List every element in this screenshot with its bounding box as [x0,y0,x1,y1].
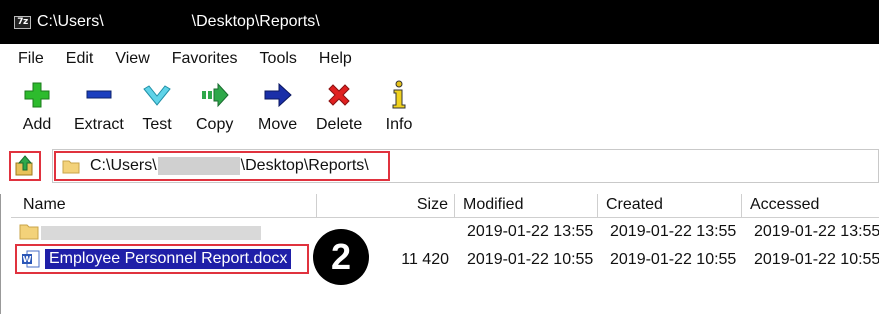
svg-text:W: W [23,255,32,264]
info-label: Info [385,116,413,133]
created-cell: 2019-01-22 13:55 [610,223,737,240]
menu-edit[interactable]: Edit [66,50,94,68]
minus-icon [84,80,114,110]
address-path[interactable]: C:\Users\ \Desktop\Reports\ [54,151,390,181]
address-prefix: C:\Users\ [90,157,157,174]
redacted-username [103,10,192,34]
column-header-name[interactable]: Name [11,194,317,218]
add-button[interactable]: Add [22,80,52,134]
folder-icon [19,224,39,240]
delete-label: Delete [316,116,363,133]
word-document-icon: W [22,250,40,268]
title-suffix: \Desktop\Reports\ [191,13,320,30]
copy-label: Copy [196,116,234,133]
copy-button[interactable]: Copy [196,80,233,134]
7zip-app-icon: 7z [14,15,31,29]
delete-x-icon [324,80,354,110]
selected-file[interactable]: W Employee Personnel Report.docx [15,244,309,274]
test-button[interactable]: Test [142,80,172,134]
redacted-username [157,157,240,175]
up-folder-button[interactable] [9,151,41,181]
redacted-folder-name [41,226,261,240]
title-prefix: C:\Users\ [37,13,104,30]
title-bar: 7z C:\Users\ \Desktop\Reports\ [0,0,879,44]
toolbar: Add Extract Test Copy Move Delete Info [0,74,879,142]
address-row: C:\Users\ \Desktop\Reports\ [0,148,879,184]
column-header-created[interactable]: Created [598,194,742,218]
table-row[interactable]: W Employee Personnel Report.docx 11 420 … [1,244,879,274]
menu-file[interactable]: File [18,50,44,68]
file-name: Employee Personnel Report.docx [45,249,292,269]
column-header-accessed[interactable]: Accessed [742,194,879,218]
copy-arrow-icon [200,80,230,110]
size-cell: 11 420 [401,251,449,268]
extract-button[interactable]: Extract [74,80,124,134]
move-button[interactable]: Move [258,80,297,134]
modified-cell: 2019-01-22 13:55 [467,223,594,240]
column-header-size[interactable]: Size [317,194,455,218]
add-label: Add [22,116,52,133]
modified-cell: 2019-01-22 10:55 [467,251,594,268]
folder-icon [62,160,80,174]
accessed-cell: 2019-01-22 13:55 [754,223,879,240]
checkmark-icon [142,80,172,110]
file-list: Name Size Modified Created Accessed 2019… [0,194,879,314]
address-suffix: \Desktop\Reports\ [240,157,369,174]
extract-label: Extract [74,116,124,133]
menu-tools[interactable]: Tools [260,50,297,68]
created-cell: 2019-01-22 10:55 [610,251,737,268]
up-folder-icon [15,155,33,176]
step-number-badge: 2 [313,229,369,285]
test-label: Test [142,116,172,133]
table-row[interactable]: 2019-01-22 13:55 2019-01-22 13:55 2019-0… [1,220,879,244]
plus-icon [22,80,52,110]
menu-help[interactable]: Help [319,50,352,68]
menu-favorites[interactable]: Favorites [172,50,238,68]
menu-view[interactable]: View [115,50,149,68]
column-header-modified[interactable]: Modified [455,194,598,218]
menu-bar: File Edit View Favorites Tools Help [0,44,879,74]
accessed-cell: 2019-01-22 10:55 [754,251,879,268]
move-arrow-icon [263,80,293,110]
info-icon [384,80,414,110]
move-label: Move [258,116,298,133]
delete-button[interactable]: Delete [316,80,362,134]
info-button[interactable]: Info [384,80,414,134]
